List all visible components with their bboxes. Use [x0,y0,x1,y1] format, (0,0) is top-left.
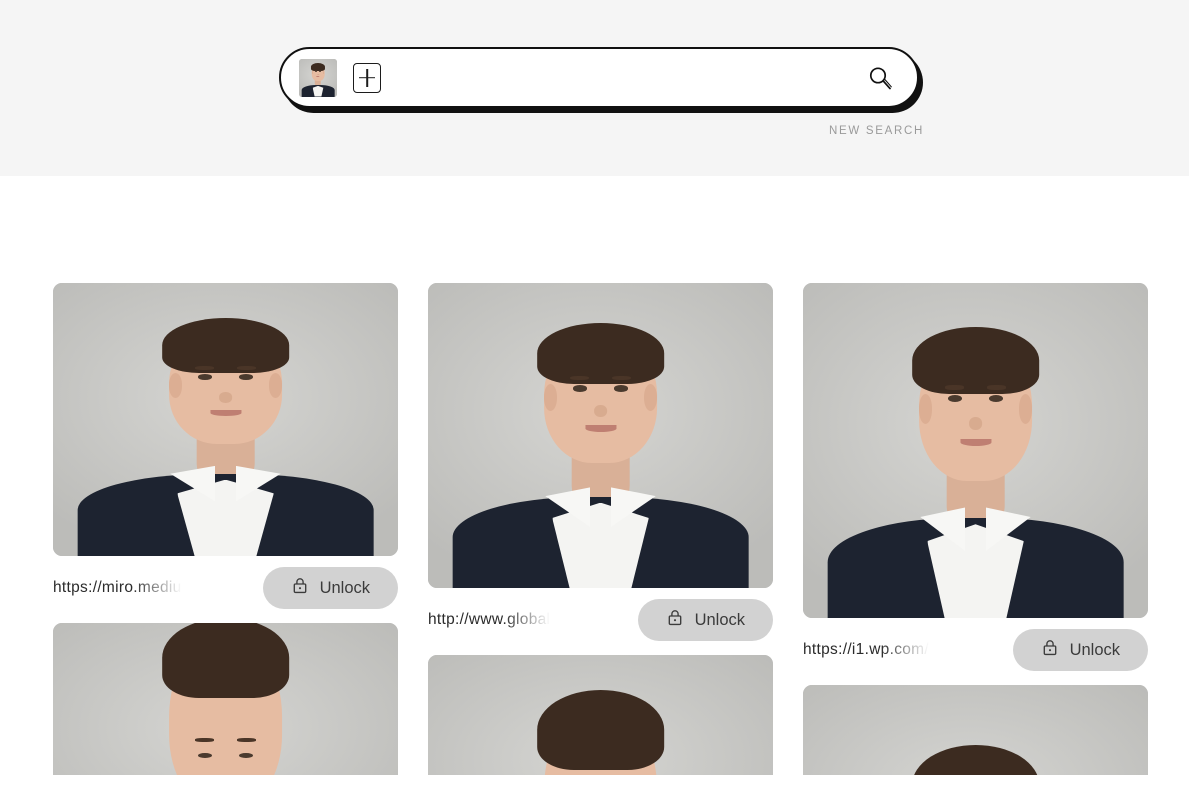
unlock-label: Unlock [319,578,370,597]
results-toolbar: Found 276 results in 1.70s Set alert PRO… [0,176,1189,415]
add-image-button[interactable] [353,62,381,93]
result-card[interactable]: https://i1.wp.com/ Unlock [803,283,1148,671]
results-column-1: https://miro.mediu Unlock [53,283,398,775]
result-image[interactable] [803,283,1148,618]
results-column-2: http://www.global Unlock [428,283,773,775]
query-image-thumbnail[interactable] [299,58,337,97]
result-card[interactable] [53,623,398,775]
portrait-photo [803,685,1148,775]
search-icon[interactable] [865,63,895,93]
portrait-photo [428,655,773,775]
lock-icon [666,608,684,632]
search-header: NEW SEARCH [0,0,1189,176]
result-url[interactable]: https://miro.mediu [53,579,182,597]
portrait-photo [53,623,398,775]
results-column-3: https://i1.wp.com/ Unlock [803,283,1148,775]
search-bar-container: NEW SEARCH [279,47,924,137]
result-card[interactable]: http://www.global Unlock [428,283,773,641]
unlock-label: Unlock [1069,640,1120,659]
results-grid: https://miro.mediu Unlock http://www.glo… [0,258,1189,775]
result-image[interactable] [428,655,773,775]
result-image[interactable] [428,283,773,588]
unlock-label: Unlock [694,610,745,629]
unlock-button[interactable]: Unlock [637,599,773,641]
portrait-photo [428,283,773,588]
result-meta: https://i1.wp.com/ Unlock [803,629,1148,671]
result-url[interactable]: http://www.global [428,611,550,629]
query-face-image [299,58,337,97]
result-card[interactable] [428,655,773,775]
result-meta: http://www.global Unlock [428,599,773,641]
lock-icon [291,576,309,600]
unlock-button[interactable]: Unlock [262,567,398,609]
result-card[interactable] [803,685,1148,775]
search-bar[interactable] [279,47,919,108]
result-card[interactable]: https://miro.mediu Unlock [53,283,398,609]
page-bottom-strip [0,775,1189,794]
portrait-photo [803,283,1148,618]
lock-icon [1041,638,1059,662]
new-search-link[interactable]: NEW SEARCH [829,125,924,137]
result-meta: https://miro.mediu Unlock [53,567,398,609]
result-image[interactable] [53,623,398,775]
result-url[interactable]: https://i1.wp.com/ [803,641,929,659]
unlock-button[interactable]: Unlock [1012,629,1148,671]
portrait-photo [53,283,398,556]
result-image[interactable] [53,283,398,556]
result-image[interactable] [803,685,1148,775]
search-input[interactable] [395,68,865,87]
